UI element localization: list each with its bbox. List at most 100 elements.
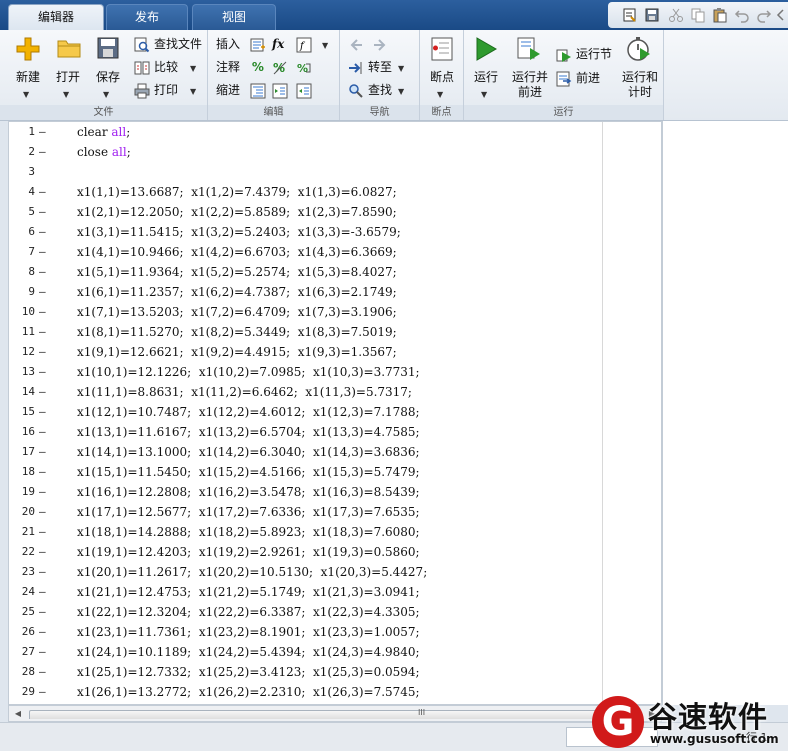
code-line[interactable]: 3 [9, 162, 661, 182]
code-line[interactable]: 26– x1(23,1)=11.7361; x1(23,2)=8.1901; x1… [9, 622, 661, 642]
executable-line-marker[interactable]: – [39, 402, 46, 422]
executable-line-marker[interactable]: – [39, 602, 46, 622]
executable-line-marker[interactable]: – [39, 342, 46, 362]
new-button[interactable]: 新建 ▼ [8, 34, 48, 102]
executable-line-marker[interactable]: – [39, 242, 46, 262]
run-and-advance-button[interactable]: 运行并 前进 [508, 34, 552, 102]
code-text[interactable]: x1(11,1)=8.8631; x1(11,2)=6.6462; x1(11,… [77, 382, 412, 402]
code-line[interactable]: 10– x1(7,1)=13.5203; x1(7,2)=6.4709; x1(7… [9, 302, 661, 322]
code-line[interactable]: 29– x1(26,1)=13.2772; x1(26,2)=2.2310; x1… [9, 682, 661, 702]
code-line[interactable]: 5– x1(2,1)=12.2050; x1(2,2)=5.8589; x1(2,… [9, 202, 661, 222]
executable-line-marker[interactable]: – [39, 622, 46, 642]
code-text[interactable]: x1(26,1)=13.2772; x1(26,2)=2.2310; x1(26… [77, 682, 420, 702]
indent-button[interactable]: 缩进 [216, 80, 270, 100]
find-files-button[interactable]: 查找文件 [134, 34, 202, 54]
forward-icon[interactable] [372, 37, 388, 53]
insert-button[interactable]: 插入 [216, 34, 270, 54]
insert-function-dropdown[interactable]: f ▼ [296, 34, 328, 54]
code-line[interactable]: 16– x1(13,1)=11.6167; x1(13,2)=6.5704; x1… [9, 422, 661, 442]
code-line[interactable]: 11– x1(8,1)=11.5270; x1(8,2)=5.3449; x1(8… [9, 322, 661, 342]
executable-line-marker[interactable]: – [39, 422, 46, 442]
code-text[interactable]: x1(24,1)=10.1189; x1(24,2)=5.4394; x1(24… [77, 642, 420, 662]
code-line[interactable]: 14– x1(11,1)=8.8631; x1(11,2)=6.6462; x1(… [9, 382, 661, 402]
new-window-icon[interactable] [622, 7, 638, 23]
code-text[interactable]: x1(4,1)=10.9466; x1(4,2)=6.6703; x1(4,3)… [77, 242, 397, 262]
code-text[interactable]: x1(21,1)=12.4753; x1(21,2)=5.1749; x1(21… [77, 582, 420, 602]
wrap-comments-button[interactable]: % [296, 57, 316, 77]
code-text[interactable]: x1(9,1)=12.6621; x1(9,2)=4.4915; x1(9,3)… [77, 342, 397, 362]
executable-line-marker[interactable]: – [39, 502, 46, 522]
code-text[interactable]: x1(19,1)=12.4203; x1(19,2)=2.9261; x1(19… [77, 542, 420, 562]
code-text[interactable]: x1(10,1)=12.1226; x1(10,2)=7.0985; x1(10… [77, 362, 420, 382]
executable-line-marker[interactable]: – [39, 382, 46, 402]
chevron-down-icon[interactable]: ▼ [398, 87, 404, 96]
code-text[interactable]: x1(14,1)=13.1000; x1(14,2)=6.3040; x1(14… [77, 442, 420, 462]
chevron-down-icon[interactable]: ▼ [322, 41, 328, 50]
code-editor[interactable]: 1– clear all; 2– close all; 3 4– x1(1,1)=13.66… [8, 121, 662, 705]
scroll-track[interactable]: III [27, 708, 641, 719]
executable-line-marker[interactable]: – [39, 202, 46, 222]
code-line[interactable]: 1– clear all; [9, 122, 661, 142]
code-text[interactable]: x1(1,1)=13.6687; x1(1,2)=7.4379; x1(1,3)… [77, 182, 397, 202]
code-line[interactable]: 17– x1(14,1)=13.1000; x1(14,2)=6.3040; x1… [9, 442, 661, 462]
advance-button[interactable]: 前进 [556, 68, 600, 88]
increase-indent-button[interactable] [272, 80, 292, 100]
copy-icon[interactable] [690, 7, 706, 23]
code-text[interactable]: x1(22,1)=12.3204; x1(22,2)=6.3387; x1(22… [77, 602, 420, 622]
code-text[interactable]: x1(20,1)=11.2617; x1(20,2)=10.5130; x1(2… [77, 562, 427, 582]
code-line[interactable]: 15– x1(12,1)=10.7487; x1(12,2)=4.6012; x1… [9, 402, 661, 422]
code-text[interactable]: x1(18,1)=14.2888; x1(18,2)=5.8923; x1(18… [77, 522, 420, 542]
find-button[interactable]: 查找 ▼ [348, 80, 404, 100]
executable-line-marker[interactable]: – [39, 322, 46, 342]
executable-line-marker[interactable]: – [39, 462, 46, 482]
chevron-down-icon[interactable]: ▼ [398, 64, 404, 73]
code-text[interactable]: x1(7,1)=13.5203; x1(7,2)=6.4709; x1(7,3)… [77, 302, 397, 322]
tab-view[interactable]: 视图 [192, 4, 276, 30]
code-line[interactable]: 4– x1(1,1)=13.6687; x1(1,2)=7.4379; x1(1,… [9, 182, 661, 202]
save-button[interactable]: 保存 ▼ [88, 34, 128, 102]
executable-line-marker[interactable]: – [39, 522, 46, 542]
executable-line-marker[interactable]: – [39, 562, 46, 582]
cut-icon[interactable] [668, 7, 684, 23]
goto-button[interactable]: 转至 ▼ [348, 57, 404, 77]
chevron-down-icon[interactable]: ▼ [190, 64, 196, 73]
code-line[interactable]: 6– x1(3,1)=11.5415; x1(3,2)=5.2403; x1(3,… [9, 222, 661, 242]
code-line[interactable]: 25– x1(22,1)=12.3204; x1(22,2)=6.3387; x1… [9, 602, 661, 622]
back-arrow-icon[interactable] [776, 7, 786, 23]
chevron-down-icon[interactable]: ▼ [103, 90, 109, 99]
code-text[interactable]: x1(2,1)=12.2050; x1(2,2)=5.8589; x1(2,3)… [77, 202, 397, 222]
executable-line-marker[interactable]: – [39, 142, 46, 162]
save-icon[interactable] [644, 7, 660, 23]
back-icon[interactable] [348, 37, 364, 53]
code-line[interactable]: 22– x1(19,1)=12.4203; x1(19,2)=2.9261; x1… [9, 542, 661, 562]
code-text[interactable]: x1(17,1)=12.5677; x1(17,2)=7.6336; x1(17… [77, 502, 420, 522]
code-text[interactable]: x1(15,1)=11.5450; x1(15,2)=4.5166; x1(15… [77, 462, 420, 482]
comment-button[interactable]: 注释 % [216, 57, 264, 77]
code-text[interactable]: x1(6,1)=11.2357; x1(6,2)=4.7387; x1(6,3)… [77, 282, 397, 302]
code-line[interactable]: 9– x1(6,1)=11.2357; x1(6,2)=4.7387; x1(6,… [9, 282, 661, 302]
run-and-time-button[interactable]: 运行和 计时 [618, 34, 662, 102]
code-line[interactable]: 28– x1(25,1)=12.7332; x1(25,2)=3.4123; x1… [9, 662, 661, 682]
code-line[interactable]: 7– x1(4,1)=10.9466; x1(4,2)=6.6703; x1(4,… [9, 242, 661, 262]
executable-line-marker[interactable]: – [39, 542, 46, 562]
run-section-button[interactable]: 运行节 [556, 44, 612, 64]
executable-line-marker[interactable]: – [39, 642, 46, 662]
uncomment-button[interactable]: % [272, 57, 292, 77]
code-text[interactable]: x1(16,1)=12.2808; x1(16,2)=3.5478; x1(16… [77, 482, 420, 502]
scroll-left-arrow-icon[interactable]: ◀ [10, 707, 26, 720]
redo-icon[interactable] [756, 7, 772, 23]
compare-button[interactable]: 比较 ▼ [134, 57, 196, 77]
code-text[interactable]: x1(5,1)=11.9364; x1(5,2)=5.2574; x1(5,3)… [77, 262, 397, 282]
horizontal-scrollbar[interactable]: ◀ III ▶ [8, 705, 662, 722]
chevron-down-icon[interactable]: ▼ [481, 90, 487, 99]
executable-line-marker[interactable]: – [39, 282, 46, 302]
paste-icon[interactable] [712, 7, 728, 23]
code-line[interactable]: 8– x1(5,1)=11.9364; x1(5,2)=5.2574; x1(5,… [9, 262, 661, 282]
executable-line-marker[interactable]: – [39, 122, 46, 142]
breakpoints-button[interactable]: 断点 ▼ [422, 34, 462, 102]
code-line[interactable]: 18– x1(15,1)=11.5450; x1(15,2)=4.5166; x1… [9, 462, 661, 482]
code-text[interactable]: x1(3,1)=11.5415; x1(3,2)=5.2403; x1(3,3)… [77, 222, 401, 242]
code-line[interactable]: 12– x1(9,1)=12.6621; x1(9,2)=4.4915; x1(9… [9, 342, 661, 362]
decrease-indent-button[interactable] [296, 80, 316, 100]
executable-line-marker[interactable]: – [39, 362, 46, 382]
